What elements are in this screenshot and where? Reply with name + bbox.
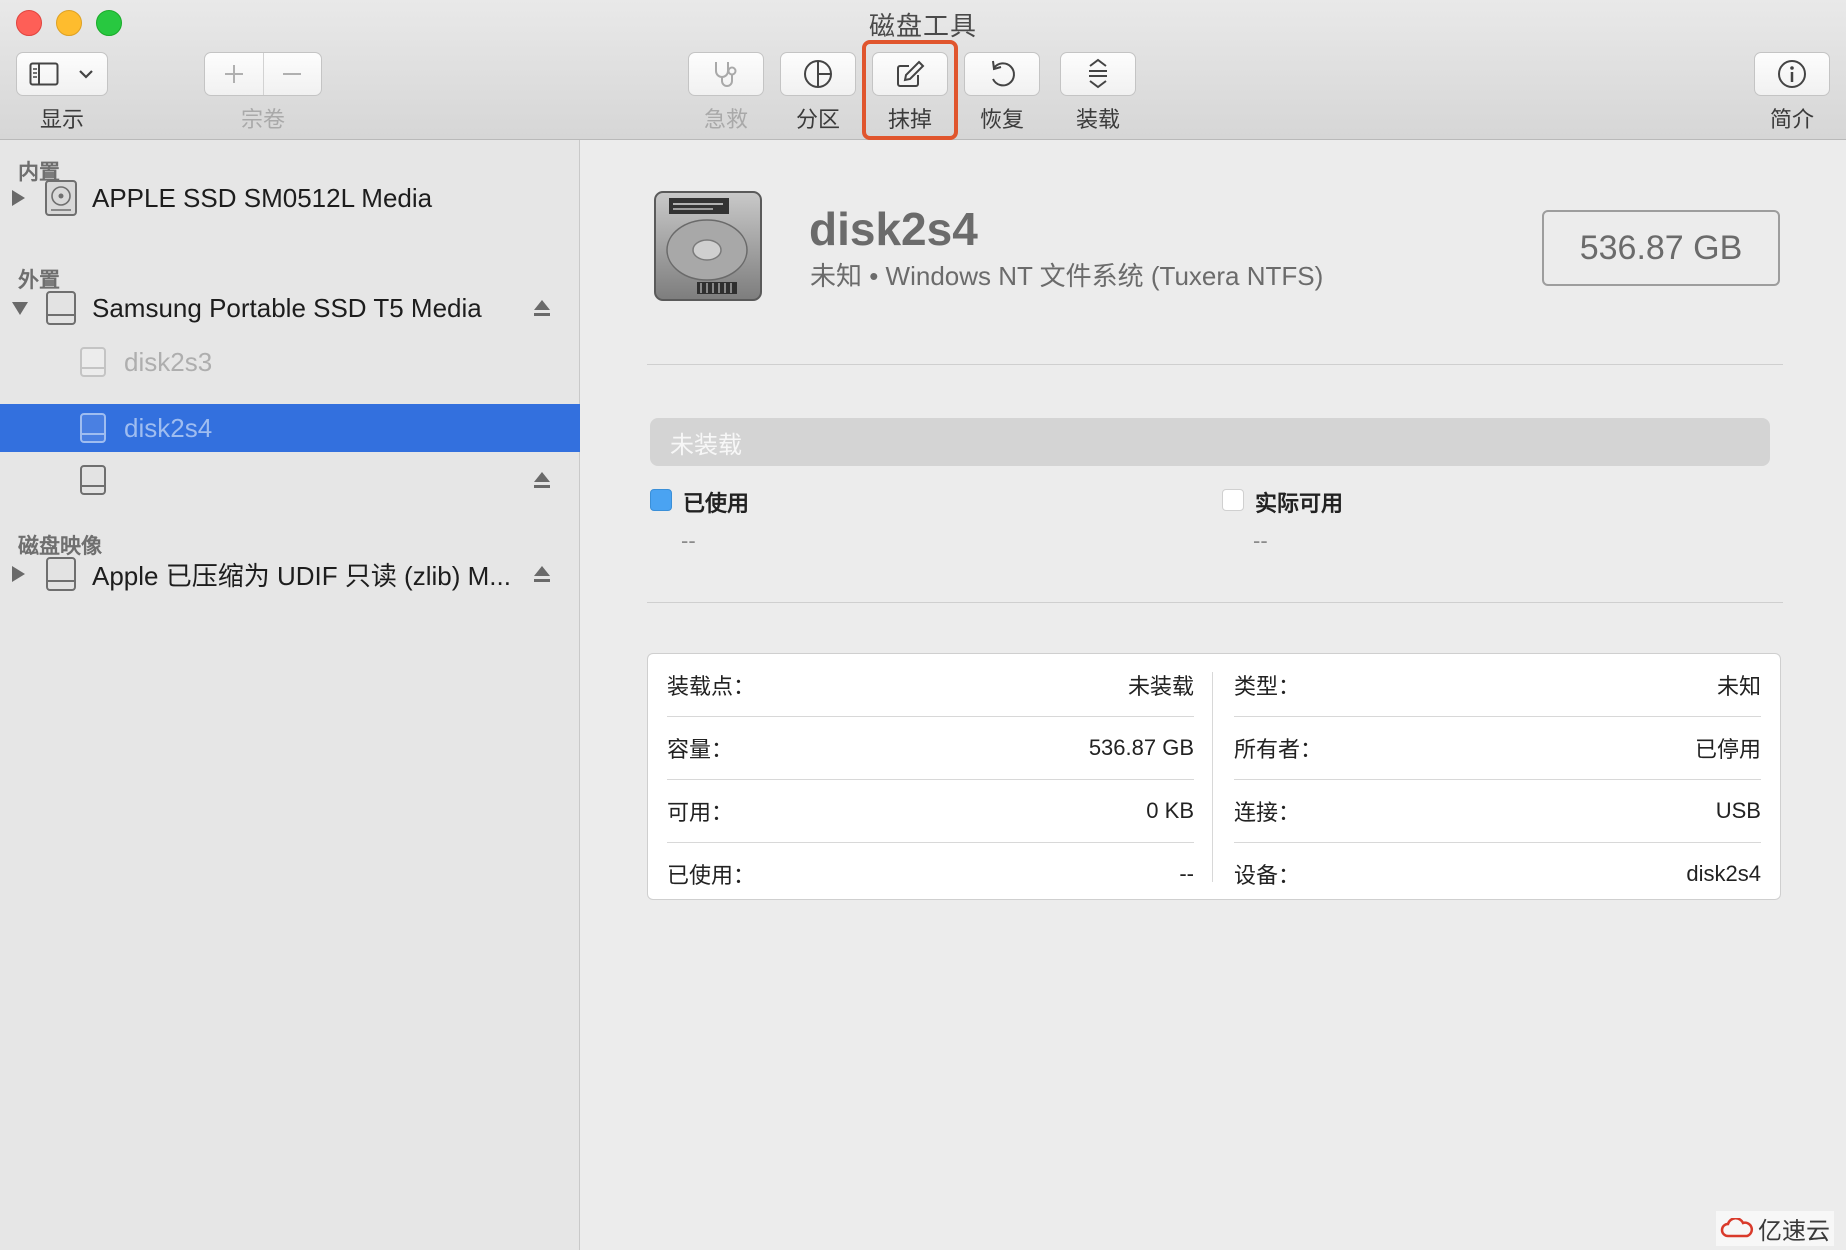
- info-value: 536.87 GB: [1088, 735, 1194, 760]
- partition-button[interactable]: [780, 52, 856, 96]
- window-title: 磁盘工具: [868, 11, 977, 41]
- mount-icon: [1089, 58, 1107, 89]
- available-value: --: [1253, 528, 1268, 553]
- sidebar-item-apple-image[interactable]: Apple 已压缩为 UDIF 只读 (zlib) M...: [0, 550, 580, 598]
- usage-bar: 未装载: [650, 418, 1770, 466]
- info-key: 类型：: [1234, 674, 1301, 699]
- info-row-owners: 所有者： 已停用: [1234, 717, 1761, 780]
- remove-volume-button[interactable]: [264, 53, 322, 95]
- available-swatch: [1222, 489, 1244, 511]
- sidebar-item-disk2s3[interactable]: disk2s3: [0, 338, 580, 386]
- info-key: 可用：: [667, 800, 734, 825]
- info-row-mount-point: 装载点： 未装载: [667, 654, 1194, 717]
- column-divider: [1212, 672, 1213, 882]
- info-row-available: 可用： 0 KB: [667, 780, 1194, 843]
- disk-description: 未知 • Windows NT 文件系统 (Tuxera NTFS): [810, 261, 1324, 291]
- info-value: USB: [1715, 798, 1761, 823]
- disclosure-right-icon[interactable]: [12, 190, 25, 206]
- usage-bar-label: 未装载: [670, 431, 742, 459]
- disclosure-right-icon[interactable]: [12, 566, 25, 582]
- info-value: 已停用: [1694, 737, 1761, 762]
- eject-icon[interactable]: [532, 470, 552, 490]
- info-value: 未装载: [1127, 674, 1194, 699]
- sidebar-item-label: Samsung Portable SSD T5 Media: [92, 292, 482, 323]
- sidebar-item-label: APPLE SSD SM0512L Media: [92, 182, 433, 213]
- available-label: 实际可用: [1255, 491, 1344, 516]
- external-drive-icon: [46, 291, 76, 325]
- info-row-device: 设备： disk2s4: [1234, 843, 1761, 905]
- internal-drive-icon: [45, 180, 77, 216]
- add-volume-button[interactable]: [205, 53, 264, 95]
- info-row-capacity: 容量： 536.87 GB: [667, 717, 1194, 780]
- watermark: 亿速云: [1716, 1211, 1834, 1246]
- hard-drive-icon: [654, 191, 762, 301]
- sidebar-item-label: disk2s3: [124, 346, 213, 377]
- disclosure-down-icon[interactable]: [12, 302, 28, 315]
- minus-icon: [283, 73, 302, 75]
- info-key: 设备：: [1234, 863, 1301, 888]
- used-label: 已使用: [683, 491, 750, 516]
- info-key: 装载点：: [667, 674, 756, 699]
- sidebar-item-label: disk2s4: [124, 412, 213, 443]
- disk-name: disk2s4: [809, 203, 978, 255]
- pie-chart-icon: [804, 60, 832, 88]
- volume-drive-icon: [80, 347, 106, 377]
- eject-icon[interactable]: [532, 564, 552, 584]
- stethoscope-icon: [715, 62, 737, 87]
- first-aid-button[interactable]: [688, 52, 764, 96]
- restore-label: 恢复: [979, 107, 1024, 132]
- volume-drive-icon: [80, 413, 106, 443]
- view-label: 显示: [39, 107, 84, 132]
- toolbar: 磁盘工具 显示 宗卷 急救 分区 抹掉 恢复 装载 简介: [0, 0, 1846, 140]
- eject-icon[interactable]: [532, 298, 552, 318]
- volume-label: 宗卷: [240, 107, 285, 132]
- info-label: 简介: [1769, 107, 1814, 132]
- sidebar-item-disk2s4[interactable]: disk2s4: [0, 404, 580, 452]
- disk-image-icon: [46, 557, 76, 591]
- info-value: --: [1179, 861, 1194, 886]
- info-column-left: 装载点： 未装载 容量： 536.87 GB 可用： 0 KB 已使用： --: [667, 654, 1194, 905]
- volume-drive-icon: [80, 465, 106, 495]
- first-aid-label: 急救: [703, 107, 748, 132]
- view-button[interactable]: [16, 52, 108, 96]
- sidebar-item-label: Apple 已压缩为 UDIF 只读 (zlib) M...: [92, 560, 511, 591]
- divider: [647, 602, 1783, 603]
- sidebar-icon: [29, 62, 59, 86]
- info-row-used: 已使用： --: [667, 843, 1194, 905]
- info-value: 0 KB: [1146, 798, 1194, 823]
- restore-button[interactable]: [964, 52, 1040, 96]
- info-key: 所有者：: [1234, 737, 1323, 762]
- info-icon: [1778, 60, 1806, 88]
- sidebar-item-unnamed-volume[interactable]: [0, 456, 580, 504]
- partition-label: 分区: [795, 107, 840, 132]
- info-value: disk2s4: [1686, 861, 1761, 886]
- sidebar-item-apple-ssd[interactable]: APPLE SSD SM0512L Media: [0, 174, 580, 222]
- disk-size: 536.87 GB: [1542, 210, 1780, 286]
- erase-highlight: [862, 40, 958, 140]
- info-row-type: 类型： 未知: [1234, 654, 1761, 717]
- info-button[interactable]: [1754, 52, 1830, 96]
- sidebar: 内置 APPLE SSD SM0512L Media 外置 Samsung Po…: [0, 140, 580, 1250]
- info-key: 连接：: [1234, 800, 1301, 825]
- info-key: 已使用：: [667, 863, 756, 888]
- plus-icon: [224, 65, 243, 83]
- cloud-logo-icon: [1720, 1217, 1754, 1237]
- info-column-right: 类型： 未知 所有者： 已停用 连接： USB 设备： disk2s4: [1234, 654, 1761, 905]
- chevron-down-icon: [79, 70, 93, 79]
- divider: [647, 364, 1783, 365]
- info-key: 容量：: [667, 737, 734, 762]
- mount-label: 装载: [1075, 107, 1120, 132]
- used-swatch: [650, 489, 672, 511]
- volume-segment: [204, 52, 322, 96]
- mount-button[interactable]: [1060, 52, 1136, 96]
- sidebar-item-samsung[interactable]: Samsung Portable SSD T5 Media: [0, 284, 580, 332]
- info-row-connection: 连接： USB: [1234, 780, 1761, 843]
- info-value: 未知: [1716, 674, 1761, 699]
- used-value: --: [681, 528, 696, 553]
- info-table: 装载点： 未装载 容量： 536.87 GB 可用： 0 KB 已使用： -- …: [647, 653, 1781, 900]
- restore-icon: [992, 60, 1015, 87]
- main-content: disk2s4 未知 • Windows NT 文件系统 (Tuxera NTF…: [581, 140, 1846, 1250]
- watermark-text: 亿速云: [1758, 1218, 1830, 1245]
